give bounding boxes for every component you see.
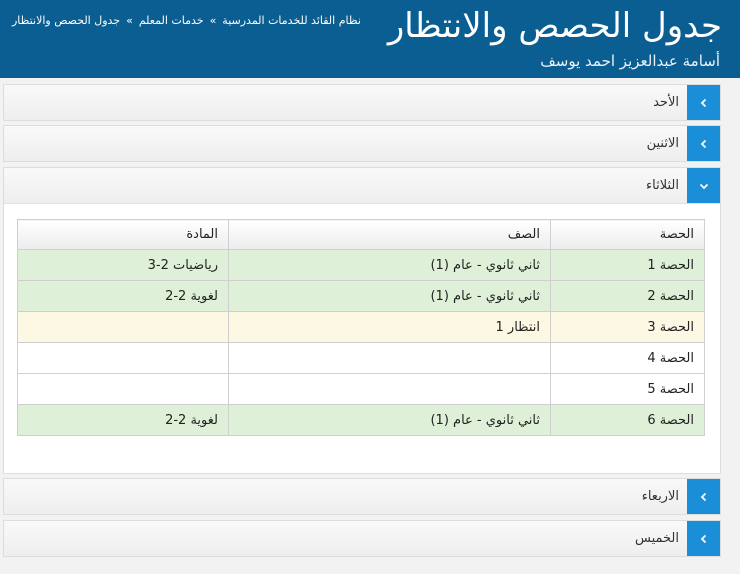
day-label: الأحد bbox=[653, 95, 679, 110]
day-panel-tuesday: الثلاثاء الحصة الصف المادة الحصة 1 ثاني … bbox=[3, 167, 721, 474]
breadcrumb-teacher-services[interactable]: خدمات المعلم bbox=[139, 14, 204, 27]
day-label: الثلاثاء bbox=[646, 178, 679, 193]
cell-class: ثاني ثانوي - عام (1) bbox=[228, 249, 551, 281]
table-header-row: الحصة الصف المادة bbox=[17, 219, 705, 250]
cell-class bbox=[228, 342, 551, 374]
cell-period: الحصة 6 bbox=[550, 404, 705, 436]
cell-subject: رياضيات 2-3 bbox=[17, 249, 229, 281]
day-header-wednesday[interactable]: الاربعاء bbox=[4, 479, 720, 514]
cell-period: الحصة 5 bbox=[550, 373, 705, 405]
breadcrumb-separator: » bbox=[209, 14, 217, 27]
column-header-subject: المادة bbox=[17, 219, 229, 250]
cell-class: ثاني ثانوي - عام (1) bbox=[228, 280, 551, 312]
cell-subject bbox=[17, 342, 229, 374]
chevron-left-icon[interactable] bbox=[687, 85, 720, 120]
chevron-left-icon[interactable] bbox=[687, 126, 720, 161]
breadcrumb: نظام القائد للخدمات المدرسية » خدمات المعل… bbox=[12, 13, 361, 29]
chevron-down-icon[interactable] bbox=[687, 168, 720, 203]
cell-period: الحصة 2 bbox=[550, 280, 705, 312]
table-row: الحصة 6 ثاني ثانوي - عام (1) لغوية 2-2 bbox=[17, 404, 705, 436]
cell-period: الحصة 4 bbox=[550, 342, 705, 374]
user-name: أسامة عبدالعزيز احمد يوسف bbox=[540, 52, 720, 70]
cell-subject bbox=[17, 373, 229, 405]
day-header-sunday[interactable]: الأحد bbox=[4, 85, 720, 120]
table-row: الحصة 1 ثاني ثانوي - عام (1) رياضيات 2-3 bbox=[17, 249, 705, 281]
table-row: الحصة 2 ثاني ثانوي - عام (1) لغوية 2-2 bbox=[17, 280, 705, 312]
column-header-period: الحصة bbox=[550, 219, 705, 250]
breadcrumb-current: جدول الحصص والانتظار bbox=[12, 14, 121, 27]
column-header-class: الصف bbox=[228, 219, 551, 250]
chevron-left-icon[interactable] bbox=[687, 521, 720, 556]
cell-subject bbox=[17, 311, 229, 343]
day-panel-sunday: الأحد bbox=[3, 84, 721, 121]
cell-subject: لغوية 2-2 bbox=[17, 280, 229, 312]
day-body-tuesday: الحصة الصف المادة الحصة 1 ثاني ثانوي - ع… bbox=[4, 203, 720, 473]
day-panel-wednesday: الاربعاء bbox=[3, 478, 721, 515]
day-panel-monday: الاثنين bbox=[3, 125, 721, 162]
chevron-left-icon[interactable] bbox=[687, 479, 720, 514]
day-header-thursday[interactable]: الخميس bbox=[4, 521, 720, 556]
table-row: الحصة 3 انتظار 1 bbox=[17, 311, 705, 343]
table-row: الحصة 5 bbox=[17, 373, 705, 405]
schedule-table: الحصة الصف المادة الحصة 1 ثاني ثانوي - ع… bbox=[17, 219, 705, 436]
page-title: جدول الحصص والانتظار bbox=[387, 6, 722, 46]
day-header-monday[interactable]: الاثنين bbox=[4, 126, 720, 161]
breadcrumb-separator: » bbox=[126, 14, 133, 27]
day-label: الخميس bbox=[635, 531, 679, 546]
cell-class: انتظار 1 bbox=[228, 311, 551, 343]
cell-period: الحصة 3 bbox=[550, 311, 705, 343]
cell-class bbox=[228, 373, 551, 405]
breadcrumb-home[interactable]: نظام القائد للخدمات المدرسية bbox=[222, 14, 361, 27]
day-label: الاربعاء bbox=[641, 489, 679, 504]
day-header-tuesday[interactable]: الثلاثاء bbox=[4, 168, 720, 203]
cell-subject: لغوية 2-2 bbox=[17, 404, 229, 436]
cell-class: ثاني ثانوي - عام (1) bbox=[228, 404, 551, 436]
day-label: الاثنين bbox=[646, 136, 679, 151]
table-row: الحصة 4 bbox=[17, 342, 705, 374]
page-header: جدول الحصص والانتظار أسامة عبدالعزيز احم… bbox=[0, 0, 740, 78]
cell-period: الحصة 1 bbox=[550, 249, 705, 281]
day-panel-thursday: الخميس bbox=[3, 520, 721, 557]
